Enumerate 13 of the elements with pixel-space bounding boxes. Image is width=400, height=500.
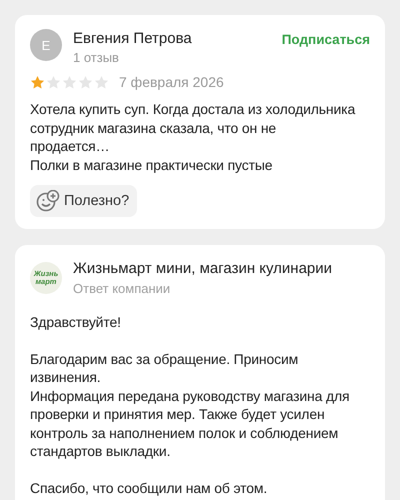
reply-label: Ответ компании (73, 281, 172, 296)
smiley-plus-icon (36, 190, 60, 212)
helpful-button[interactable]: Полезно? (30, 185, 138, 217)
reply-paragraph: Благодарим вас за обращение. Приносим извинения. Информация передана руководству магазина для проверки и принятия мер. Также будет усилен контроль за наполнением полок и соблюдением стандартов выкладки. (30, 350, 350, 460)
author-name: Евгения Петрова (73, 30, 193, 47)
review-count: 1 отзыв (73, 50, 120, 65)
avatar: E (30, 29, 62, 61)
review-date: 7 февраля 2026 (119, 74, 224, 90)
reply-paragraph: Здравствуйте! (30, 313, 122, 332)
review-text: Хотела купить суп. Когда достала из холодильника сотрудник магазина сказала, что он не продается… Полки в магазине практически пустые (30, 100, 356, 174)
company-name: Жизньмарт мини, магазин кулинарии (73, 260, 332, 277)
star-filled-icon (30, 74, 45, 90)
reply-paragraph: Спасибо, что сообщили нам об этом. (30, 478, 268, 497)
